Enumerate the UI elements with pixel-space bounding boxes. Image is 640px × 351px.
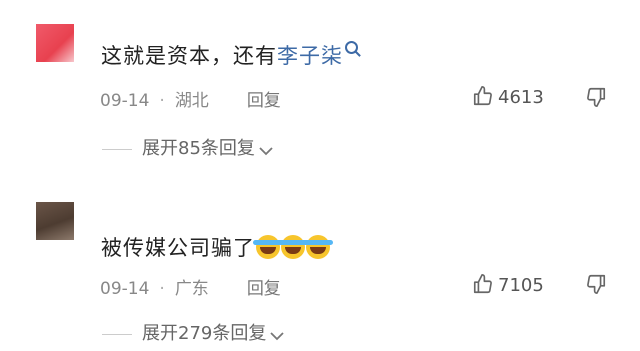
expand-replies-button[interactable]: 展开85条回复 [102, 134, 273, 160]
reply-button[interactable]: 回复 [247, 279, 281, 299]
like-count: 4613 [498, 87, 544, 108]
chevron-down-icon [259, 147, 273, 156]
reply-button[interactable]: 回复 [247, 91, 281, 111]
avatar[interactable] [36, 24, 74, 62]
expand-replies-label: 展开279条回复 [142, 323, 267, 344]
comment-date: 09-14 [100, 91, 150, 111]
separator: · [159, 91, 165, 111]
chevron-down-icon [270, 332, 284, 341]
laugh-cry-emoji [253, 235, 283, 259]
divider-line [102, 148, 132, 150]
comment-date: 09-14 [100, 279, 150, 299]
expand-replies-label: 展开85条回复 [142, 138, 255, 159]
comment-text-body: 这就是资本，还有 [101, 44, 277, 68]
comment-location: 湖北 [174, 91, 209, 111]
comment-text-body: 被传媒公司骗了 [101, 236, 255, 260]
thumbs-down-icon [587, 87, 606, 107]
divider-line [102, 333, 132, 335]
comment-item: 被传媒公司骗了 09-14 · 广东 回复 7105 展开279条回复 [0, 175, 640, 351]
avatar[interactable] [36, 202, 74, 240]
dislike-button[interactable] [585, 86, 607, 112]
comment-meta: 09-14 · 湖北 回复 [100, 86, 281, 111]
comment-text: 这就是资本，还有李子柒 [101, 40, 358, 70]
separator: · [159, 279, 165, 299]
comment-item: 这就是资本，还有李子柒 09-14 · 湖北 回复 4613 展开85条回复 [0, 0, 640, 175]
laugh-cry-emoji [278, 235, 308, 259]
like-count: 7105 [498, 275, 544, 296]
hashtag-link[interactable]: 李子柒 [277, 44, 343, 68]
like-button[interactable]: 7105 [472, 273, 544, 296]
laugh-cry-emoji [303, 235, 333, 259]
dislike-button[interactable] [585, 273, 607, 299]
expand-replies-button[interactable]: 展开279条回复 [102, 319, 284, 345]
thumbs-down-icon [587, 274, 606, 294]
comment-text: 被传媒公司骗了 [101, 232, 333, 262]
like-button[interactable]: 4613 [472, 85, 544, 108]
comment-meta: 09-14 · 广东 回复 [100, 274, 281, 299]
thumbs-up-icon [473, 274, 492, 294]
search-icon[interactable] [345, 41, 358, 54]
thumbs-up-icon [473, 86, 492, 106]
comment-location: 广东 [174, 279, 209, 299]
